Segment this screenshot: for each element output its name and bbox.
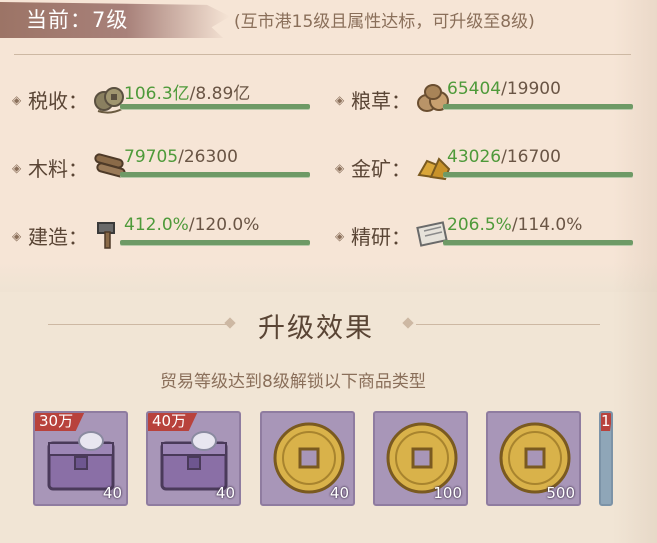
stat-current: 206.5%: [447, 215, 512, 235]
reward-item[interactable]: 40: [260, 411, 355, 506]
reward-item[interactable]: 500: [486, 411, 581, 506]
progress-bar: [120, 104, 310, 109]
section-divider-left: [48, 324, 232, 325]
diamond-bullet-icon: ◈: [335, 229, 345, 243]
stat-required: 8.89亿: [195, 84, 251, 104]
item-count: 40: [102, 484, 122, 502]
panel-edge: [613, 0, 657, 543]
section-title: 升级效果: [258, 313, 374, 344]
reward-item[interactable]: 100: [373, 411, 468, 506]
diamond-bullet-icon: ◈: [12, 93, 22, 107]
diamond-bullet-icon: ◈: [12, 161, 22, 175]
item-count: 100: [433, 484, 462, 502]
progress-bar: [443, 172, 633, 177]
coin-string-icon: [94, 87, 124, 114]
stat-label: 建造：: [28, 225, 88, 249]
diamond-bullet-icon: ◈: [335, 161, 345, 175]
section-subtitle: 贸易等级达到8级解锁以下商品类型: [160, 372, 426, 392]
scroll-icon: [416, 221, 448, 247]
reward-item-partial[interactable]: 1: [599, 411, 613, 506]
stat-grain: ◈ 粮草： 65404/19900: [335, 79, 635, 123]
stat-wood: ◈ 木料： 79705/26300: [12, 147, 312, 191]
item-count: 500: [546, 484, 575, 502]
stat-construction: ◈ 建造： 412.0%/120.0%: [12, 215, 312, 259]
stat-label: 木料：: [28, 157, 88, 181]
stat-label: 粮草：: [351, 89, 411, 113]
diamond-bullet-icon: ◈: [335, 93, 345, 107]
diamond-bullet-icon: ◈: [12, 229, 22, 243]
progress-bar: [120, 172, 310, 177]
stat-required: 114.0%: [517, 215, 583, 235]
grain-sack-icon: [417, 84, 449, 112]
price-tag: 1: [601, 412, 611, 431]
current-level-label: 当前：7级: [26, 8, 129, 32]
stat-gold-ore: ◈ 金矿： 43026/16700: [335, 147, 635, 191]
stat-current: 79705: [124, 147, 179, 167]
stat-label: 税收：: [28, 89, 88, 113]
wood-logs-icon: [94, 153, 126, 178]
item-count: 40: [329, 484, 349, 502]
section-divider-right: [416, 324, 600, 325]
upgrade-condition: (互市港15级且属性达标，可升级至8级): [234, 12, 535, 32]
stat-required: 16700: [506, 147, 561, 167]
stat-tax: ◈ 税收： 106.3亿/8.89亿: [12, 83, 312, 123]
progress-bar: [443, 104, 633, 109]
stat-label: 金矿：: [351, 157, 411, 181]
stat-current: 412.0%: [124, 215, 189, 235]
divider: [14, 54, 631, 55]
reward-item[interactable]: 40万 40: [146, 411, 241, 506]
stat-current: 65404: [447, 79, 502, 99]
stat-required: 19900: [506, 79, 561, 99]
stat-required: 26300: [183, 147, 238, 167]
stat-required: 120.0%: [194, 215, 260, 235]
stat-current: 106.3亿: [124, 84, 190, 104]
gold-ore-icon: [417, 157, 451, 181]
item-count: 40: [215, 484, 235, 502]
progress-bar: [120, 240, 310, 245]
progress-bar: [443, 240, 633, 245]
reward-item[interactable]: 30万 40: [33, 411, 128, 506]
stat-research: ◈ 精研： 206.5%/114.0%: [335, 215, 635, 259]
hammer-icon: [97, 222, 115, 249]
stat-label: 精研：: [351, 225, 411, 249]
stat-current: 43026: [447, 147, 502, 167]
